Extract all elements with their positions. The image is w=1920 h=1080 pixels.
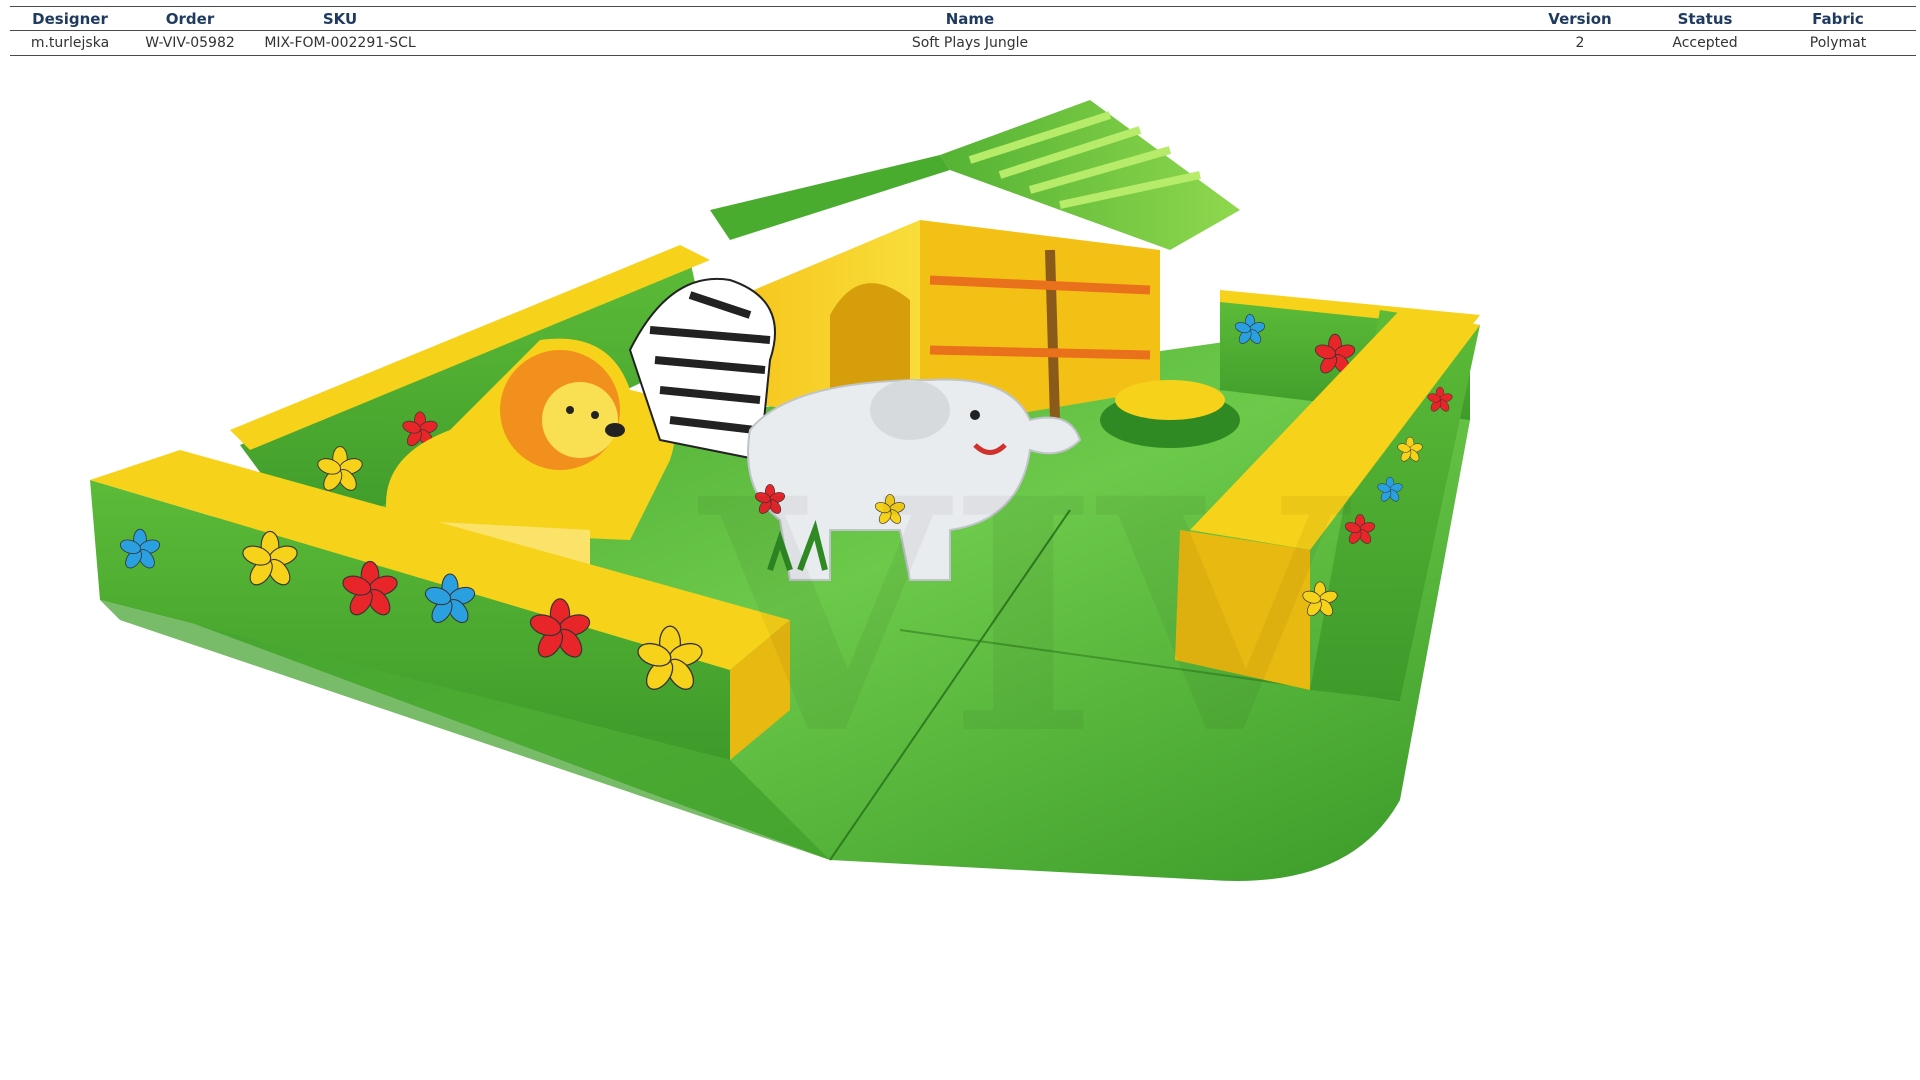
spec-table-row: m.turlejska W-VIV-05982 MIX-FOM-002291-S… <box>10 30 1916 56</box>
header-order: Order <box>130 6 250 31</box>
cell-version: 2 <box>1510 30 1650 56</box>
header-designer: Designer <box>10 6 130 31</box>
product-render <box>70 100 1850 980</box>
cell-sku: MIX-FOM-002291-SCL <box>250 30 430 56</box>
step-platform-top <box>1115 380 1225 420</box>
cell-order: W-VIV-05982 <box>130 30 250 56</box>
header-status: Status <box>1650 6 1760 31</box>
cell-designer: m.turlejska <box>10 30 130 56</box>
header-sku: SKU <box>250 6 430 31</box>
header-version: Version <box>1510 6 1650 31</box>
hut-beam-2 <box>929 345 1151 360</box>
spec-table: Designer Order SKU Name Version Status F… <box>10 6 1916 56</box>
header-fabric: Fabric <box>1760 6 1916 31</box>
cell-fabric: Polymat <box>1760 30 1916 56</box>
hut-pole <box>1045 249 1060 421</box>
spec-table-header-row: Designer Order SKU Name Version Status F… <box>10 6 1916 31</box>
header-name: Name <box>430 6 1510 31</box>
cell-name: Soft Plays Jungle <box>430 30 1510 56</box>
product-spec-sheet: Designer Order SKU Name Version Status F… <box>0 0 1920 1080</box>
soft-play-illustration <box>90 100 1480 881</box>
cell-status: Accepted <box>1650 30 1760 56</box>
